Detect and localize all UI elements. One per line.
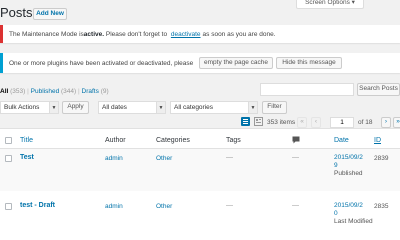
status-published-link[interactable]: Published [31,88,60,95]
posts-table: Title Author Categories Tags Date ID Tes… [0,128,400,240]
bulk-actions-value: Bulk Actions [4,104,40,111]
column-author-header: Author [105,137,126,144]
post-date-line2[interactable]: 0 [334,210,373,218]
excerpt-view-icon[interactable] [254,117,263,126]
table-row: test - Draft admin Other — — 2015/09/2 0… [0,191,400,240]
first-page-button[interactable]: « [297,117,307,128]
status-all-link[interactable]: All [0,88,8,95]
deactivate-link[interactable]: deactivate [171,31,201,38]
column-date-header[interactable]: Date [334,137,349,144]
apply-button[interactable]: Apply [62,101,89,114]
post-date-line2[interactable]: 9 [334,162,363,170]
column-id-header[interactable]: ID [374,137,381,144]
dates-select[interactable]: All dates ▼ [98,101,166,114]
dates-value: All dates [102,104,127,111]
post-id: 2839 [374,155,389,162]
select-all-checkbox[interactable] [5,137,12,144]
status-drafts-link[interactable]: Drafts [82,88,99,95]
prev-page-button[interactable]: ‹ [311,117,321,128]
post-status: Last Modified [334,218,373,225]
maintenance-text-before: The Maintenance Mode is [9,30,84,38]
bulk-actions-select[interactable]: Bulk Actions ▼ [0,101,59,114]
categories-select[interactable]: All categories ▼ [170,101,258,114]
row-checkbox[interactable] [5,155,12,162]
post-title-link[interactable]: test - Draft [20,202,55,209]
table-row: Test admin Other — — 2015/09/2 9 Publish… [0,149,400,191]
column-tags-header: Tags [226,137,241,144]
current-page-input[interactable] [330,117,354,128]
status-drafts-count: (9) [100,88,109,95]
last-page-button[interactable]: » [393,117,400,128]
chevron-down-icon: ▼ [156,102,165,113]
post-category-link[interactable]: Other [156,155,172,162]
column-title-header[interactable]: Title [20,137,33,144]
next-page-button[interactable]: › [381,117,391,128]
post-date: 2015/09/2 9 Published [334,154,363,178]
chevron-down-icon: ▼ [49,102,58,113]
column-categories-header: Categories [156,137,190,144]
post-date: 2015/09/2 0 Last Modified [334,202,373,226]
screen-options-button[interactable]: Screen Options ▾ [296,0,364,9]
search-posts-input[interactable] [260,83,354,96]
post-comments: — [292,202,299,209]
post-status: Published [334,170,363,177]
status-published-count: (344) [61,88,77,95]
maintenance-text-after: as soon as you are done. [202,30,276,38]
post-date-line1[interactable]: 2015/09/2 [334,154,363,162]
post-tags: — [226,202,233,209]
post-category-link[interactable]: Other [156,203,172,210]
plugins-notice-text: One or more plugins have been activated … [9,59,194,67]
search-posts-button[interactable]: Search Posts [357,83,400,96]
post-author-link[interactable]: admin [105,155,123,162]
items-count: 353 items [267,119,296,126]
post-title-link[interactable]: Test [20,154,34,161]
maintenance-notice: The Maintenance Mode is active. Please d… [0,25,400,43]
add-new-button[interactable]: Add New [33,8,67,20]
page-title: Posts [0,5,33,20]
filter-button[interactable]: Filter [262,101,287,114]
status-filter-links: All (353) | Published (344) | Drafts (9) [0,88,109,95]
hide-message-button[interactable]: Hide this message [276,57,342,69]
post-id: 2835 [374,203,389,210]
post-tags: — [226,154,233,161]
categories-value: All categories [174,104,214,111]
row-checkbox[interactable] [5,203,12,210]
list-view-icon[interactable] [241,117,250,126]
empty-cache-button[interactable]: empty the page cache [199,57,273,69]
maintenance-active-label: active. [83,30,105,38]
post-author-link[interactable]: admin [105,203,123,210]
chevron-down-icon: ▼ [248,102,257,113]
status-all-count: (353) [10,88,26,95]
post-comments: — [292,154,299,161]
total-pages-label: of 18 [358,119,373,126]
comment-bubble-icon[interactable] [292,136,300,144]
maintenance-text-middle: Please don't forget to [104,30,169,38]
post-date-line1[interactable]: 2015/09/2 [334,202,373,210]
